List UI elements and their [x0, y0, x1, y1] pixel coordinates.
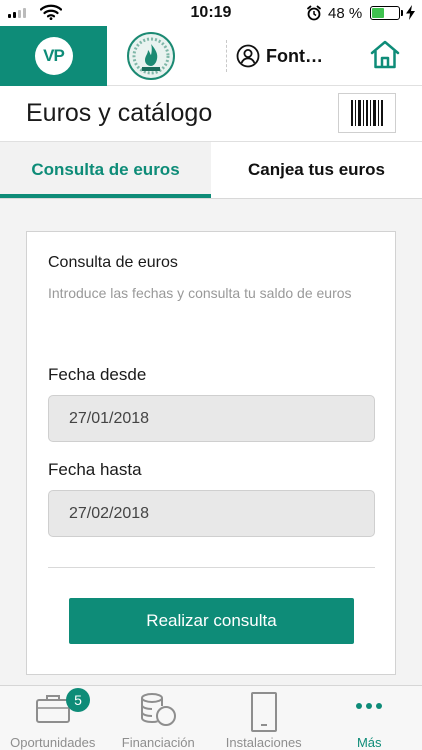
- battery-fill: [372, 8, 384, 18]
- nav-label: Oportunidades: [10, 735, 96, 750]
- date-to-label: Fecha hasta: [48, 460, 142, 479]
- nav-item-oportunidades[interactable]: 5 Oportunidades: [0, 686, 106, 750]
- barcode-icon: [351, 100, 383, 126]
- title-bar: Euros y catálogo: [0, 86, 422, 142]
- tab-bar: Consulta de euros Canjea tus euros: [0, 142, 422, 199]
- nav-label: Instalaciones: [225, 735, 302, 750]
- date-from-input[interactable]: 27/01/2018: [48, 395, 375, 442]
- alarm-icon: [307, 5, 321, 21]
- flame-emblem-icon: [132, 37, 170, 75]
- balance-query-card: Consulta de euros Introduce las fechas y…: [26, 231, 396, 675]
- installer-badge-logo: [127, 32, 175, 80]
- coins-icon: [141, 693, 177, 726]
- home-icon[interactable]: [368, 38, 402, 72]
- header-divider: [226, 40, 227, 72]
- barcode-scan-button[interactable]: [338, 93, 396, 133]
- battery-nub: [401, 10, 403, 16]
- door-icon: [250, 692, 277, 732]
- card-divider: [48, 567, 375, 568]
- date-to-input[interactable]: 27/02/2018: [48, 490, 375, 537]
- notification-badge: 5: [66, 688, 90, 712]
- app-header: VP Font…: [0, 26, 422, 86]
- more-dots-icon: [356, 703, 383, 709]
- bottom-nav: 5 Oportunidades Financiación Instalacion…: [0, 685, 422, 750]
- vp-logo: VP: [34, 37, 73, 75]
- battery-percent: 48 %: [328, 5, 363, 22]
- status-bar: 10:19 48 %: [0, 0, 422, 26]
- submit-query-button[interactable]: Realizar consulta: [69, 598, 354, 644]
- page-title: Euros y catálogo: [26, 99, 213, 127]
- user-menu[interactable]: Font…: [236, 44, 323, 68]
- tab-canjea-euros[interactable]: Canjea tus euros: [211, 142, 422, 198]
- charging-bolt-icon: [406, 5, 415, 20]
- tab-consulta-euros[interactable]: Consulta de euros: [0, 142, 211, 198]
- nav-item-mas[interactable]: Más: [317, 686, 422, 750]
- nav-label: Más: [356, 735, 382, 750]
- card-title: Consulta de euros: [48, 254, 178, 271]
- nav-label: Financiación: [121, 735, 195, 750]
- card-description: Introduce las fechas y consulta tu saldo…: [48, 285, 352, 301]
- user-name: Font…: [266, 45, 323, 66]
- nav-item-instalaciones[interactable]: Instalaciones: [211, 686, 317, 750]
- vp-logo-button[interactable]: VP: [0, 26, 107, 86]
- user-icon: [236, 44, 260, 68]
- battery-icon: [370, 6, 400, 20]
- date-from-label: Fecha desde: [48, 365, 147, 384]
- nav-item-financiacion[interactable]: Financiación: [106, 686, 212, 750]
